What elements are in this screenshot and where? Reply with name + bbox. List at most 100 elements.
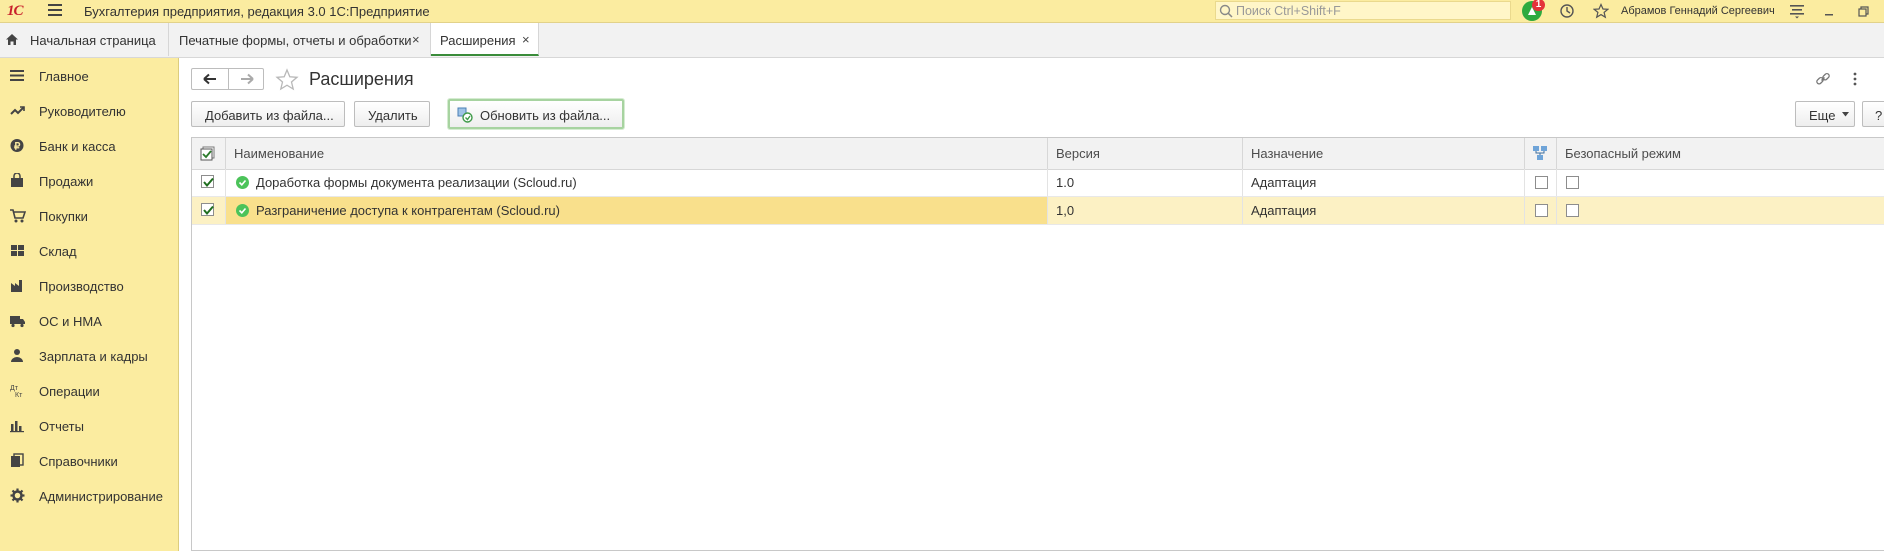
1c-logo[interactable]: 1С [7, 3, 23, 20]
sidebar-item-label: Руководителю [39, 104, 126, 119]
sidebar-item-operations[interactable]: Дт Кт Операции [0, 377, 178, 405]
status-ok-icon [236, 176, 249, 192]
add-from-file-button[interactable]: Добавить из файла... [191, 101, 345, 127]
restore-window-icon[interactable] [1857, 3, 1869, 19]
notification-badge: 1 [1532, 0, 1545, 11]
sidebar-item-label: Продажи [39, 174, 94, 189]
safe-mode-checkbox[interactable] [1566, 204, 1579, 217]
sidebar-item-fixed-assets[interactable]: ОС и НМА [0, 307, 178, 335]
sidebar-item-management[interactable]: Руководителю [0, 97, 178, 125]
add-to-favorites-star-icon[interactable] [275, 68, 299, 92]
sidebar-item-catalogs[interactable]: Справочники [0, 447, 178, 475]
flag-cell [1525, 197, 1557, 224]
close-tab-icon[interactable]: × [412, 32, 420, 47]
flag-checkbox[interactable] [1535, 176, 1548, 189]
update-extension-icon [457, 107, 473, 123]
tab-label: Расширения [440, 33, 516, 48]
svg-text:Кт: Кт [15, 392, 23, 398]
hamburger-menu-icon[interactable] [48, 4, 62, 16]
history-navigation [191, 68, 264, 90]
ruble-icon: ₽ [10, 138, 25, 153]
search-icon [1219, 4, 1233, 18]
sidebar-item-administration[interactable]: Администрирование [0, 482, 178, 510]
safe-mode-checkbox[interactable] [1566, 176, 1579, 189]
active-cell [192, 169, 226, 196]
sidebar-item-salary[interactable]: Зарплата и кадры [0, 342, 178, 370]
menu-icon [10, 68, 25, 83]
chevron-down-icon [1842, 112, 1849, 117]
sidebar-item-label: Операции [39, 384, 100, 399]
column-header-name[interactable]: Наименование [226, 138, 1048, 169]
version-cell: 1,0 [1048, 197, 1243, 224]
safe-mode-cell [1557, 197, 1884, 224]
sidebar-item-bank[interactable]: ₽ Банк и касса [0, 132, 178, 160]
sidebar-item-main[interactable]: Главное [0, 62, 178, 90]
sidebar-item-label: Производство [39, 279, 124, 294]
column-header-active[interactable] [192, 138, 226, 169]
column-header-version[interactable]: Версия [1048, 138, 1243, 169]
favorites-star-icon[interactable] [1593, 3, 1609, 19]
sidebar-item-label: Главное [39, 69, 89, 84]
title-bar: 1С Бухгалтерия предприятия, редакция 3.0… [0, 0, 1884, 23]
delete-button[interactable]: Удалить [354, 101, 430, 127]
tab-label: Начальная страница [30, 33, 156, 48]
back-button[interactable] [192, 69, 228, 89]
check-all-icon [200, 146, 216, 162]
forward-button[interactable] [229, 69, 265, 89]
safe-mode-cell [1557, 169, 1884, 196]
trend-icon [10, 103, 25, 118]
bar-chart-icon [10, 418, 25, 433]
settings-menu-icon[interactable] [1789, 3, 1805, 19]
arrow-left-icon [203, 73, 217, 85]
cart-icon [10, 208, 26, 223]
sidebar-item-label: Зарплата и кадры [39, 349, 148, 364]
tab-print-forms[interactable]: Печатные формы, отчеты и обработки × [169, 23, 431, 56]
sidebar-item-sales[interactable]: Продажи [0, 167, 178, 195]
column-header-flag[interactable] [1525, 138, 1557, 169]
purpose-cell: Адаптация [1243, 197, 1525, 224]
truck-icon [10, 313, 26, 328]
purpose-cell: Адаптация [1243, 169, 1525, 196]
sidebar-item-label: Справочники [39, 454, 118, 469]
table-row-selected[interactable]: Разграничение доступа к контрагентам (Sc… [192, 197, 1884, 225]
sidebar-item-reports[interactable]: Отчеты [0, 412, 178, 440]
minimize-icon[interactable] [1824, 3, 1836, 19]
person-icon [10, 348, 25, 363]
svg-text:Дт: Дт [10, 385, 19, 392]
sidebar-item-production[interactable]: Производство [0, 272, 178, 300]
user-name[interactable]: Абрамов Геннадий Сергеевич [1621, 5, 1775, 17]
sidebar-item-warehouse[interactable]: Склад [0, 237, 178, 265]
column-header-purpose[interactable]: Назначение [1243, 138, 1525, 169]
update-from-file-button[interactable]: Обновить из файла... [448, 99, 624, 129]
close-tab-icon[interactable]: × [522, 32, 530, 47]
notifications-button[interactable]: 1 [1522, 0, 1545, 21]
flag-checkbox[interactable] [1535, 204, 1548, 217]
column-header-safe-mode[interactable]: Безопасный режим [1557, 138, 1884, 169]
name-cell: Доработка формы документа реализации (Sc… [226, 169, 1048, 196]
extensions-table: Наименование Версия Назначение Безопасны… [191, 137, 1884, 551]
more-actions-kebab-icon[interactable] [1852, 71, 1858, 87]
gear-icon [10, 488, 25, 503]
help-button[interactable]: ? [1862, 101, 1884, 127]
active-checkbox[interactable] [201, 203, 214, 216]
sidebar-item-label: Покупки [39, 209, 88, 224]
network-icon [1532, 145, 1548, 161]
active-checkbox[interactable] [201, 175, 214, 188]
sidebar-item-label: Банк и касса [39, 139, 116, 154]
name-cell: Разграничение доступа к контрагентам (Sc… [226, 197, 1048, 224]
history-icon[interactable] [1559, 3, 1575, 19]
home-icon [5, 33, 19, 46]
open-tabs-bar: Начальная страница Печатные формы, отчет… [0, 23, 1884, 58]
search-input[interactable]: Поиск Ctrl+Shift+F [1215, 1, 1511, 20]
tab-extensions[interactable]: Расширения × [431, 23, 539, 56]
tab-home[interactable]: Начальная страница [0, 23, 169, 56]
sidebar-item-purchases[interactable]: Покупки [0, 202, 178, 230]
warehouse-icon [10, 243, 25, 258]
link-icon[interactable] [1815, 71, 1831, 87]
sidebar-item-label: Администрирование [39, 489, 163, 504]
sections-sidebar: Главное Руководителю ₽ Банк и касса Прод… [0, 58, 179, 551]
more-dropdown-button[interactable]: Еще [1795, 101, 1855, 127]
version-cell: 1.0 [1048, 169, 1243, 196]
table-row[interactable]: Доработка формы документа реализации (Sc… [192, 169, 1884, 197]
page-title: Расширения [309, 69, 414, 89]
